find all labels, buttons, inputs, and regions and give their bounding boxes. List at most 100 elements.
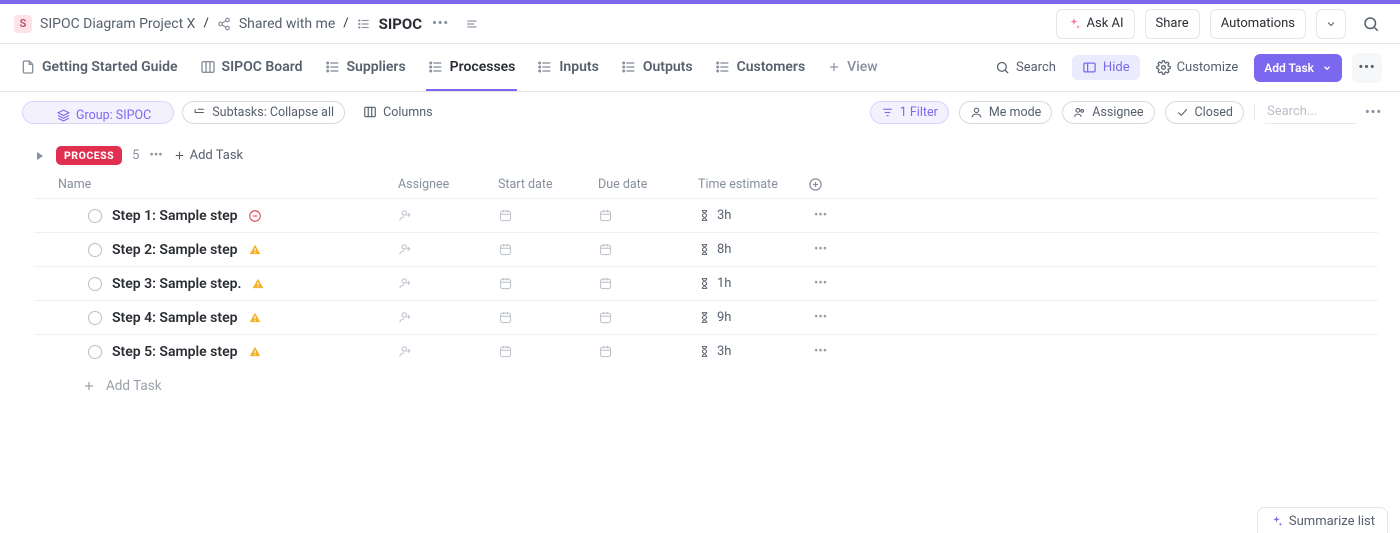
breadcrumb-current[interactable]: SIPOC	[379, 15, 422, 33]
col-start[interactable]: Start date	[498, 177, 598, 192]
person-icon	[970, 106, 983, 119]
assignee-cell[interactable]	[398, 276, 498, 291]
table-row[interactable]: Step 2: Sample step 8h•••	[34, 232, 1378, 266]
status-toggle[interactable]	[88, 209, 102, 223]
group-more-icon[interactable]: •••	[149, 148, 162, 163]
search-button[interactable]: Search	[989, 56, 1062, 79]
chevron-down-icon	[1322, 63, 1332, 73]
group-header: PROCESS 5 ••• Add Task	[34, 146, 1378, 165]
automations-dropdown-button[interactable]	[1316, 9, 1346, 39]
assignee-cell[interactable]	[398, 208, 498, 223]
breadcrumb-separator: /	[343, 16, 348, 31]
time-estimate-cell[interactable]: 3h	[698, 344, 808, 359]
subtasks-chip[interactable]: Subtasks: Collapse all	[182, 101, 345, 124]
start-date-cell[interactable]	[498, 242, 598, 257]
tab-label: Outputs	[643, 59, 693, 75]
table-row[interactable]: Step 1: Sample step 3h•••	[34, 198, 1378, 232]
ellipsis-icon: •••	[1358, 60, 1375, 75]
add-view-button[interactable]: View	[825, 44, 880, 91]
more-options-button[interactable]: •••	[1352, 53, 1382, 83]
customize-button[interactable]: Customize	[1150, 56, 1245, 79]
assignee-cell[interactable]	[398, 242, 498, 257]
col-due[interactable]: Due date	[598, 177, 698, 192]
task-name[interactable]: Step 1: Sample step	[112, 208, 238, 224]
status-toggle[interactable]	[88, 243, 102, 257]
table-row[interactable]: Step 3: Sample step. 1h•••	[34, 266, 1378, 300]
add-task-row[interactable]: Add Task	[34, 368, 1378, 404]
time-estimate-cell[interactable]: 1h	[698, 276, 808, 291]
breadcrumb-shared[interactable]: Shared with me	[239, 16, 335, 32]
time-estimate-cell[interactable]: 3h	[698, 208, 808, 223]
global-search-button[interactable]	[1356, 9, 1386, 39]
menu-icon[interactable]	[465, 17, 479, 31]
add-task-label: Add Task	[1264, 61, 1314, 75]
priority-icon[interactable]	[248, 209, 262, 223]
status-toggle[interactable]	[88, 311, 102, 325]
me-mode-chip[interactable]: Me mode	[959, 101, 1052, 124]
group-add-task[interactable]: Add Task	[173, 148, 244, 163]
tab-customers[interactable]: Customers	[713, 44, 808, 91]
due-date-cell[interactable]	[598, 276, 698, 291]
priority-icon[interactable]	[251, 277, 265, 291]
add-task-button[interactable]: Add Task	[1254, 54, 1342, 82]
row-more-icon[interactable]: •••	[808, 242, 858, 257]
due-date-cell[interactable]	[598, 208, 698, 223]
due-date-cell[interactable]	[598, 242, 698, 257]
filter-chip-label: 1 Filter	[900, 105, 938, 120]
group-badge[interactable]: PROCESS	[56, 146, 122, 165]
col-name[interactable]: Name	[58, 177, 398, 192]
priority-icon[interactable]	[248, 311, 262, 325]
row-more-icon[interactable]: •••	[808, 276, 858, 291]
due-date-cell[interactable]	[598, 344, 698, 359]
assignee-cell[interactable]	[398, 344, 498, 359]
filter-chip[interactable]: 1 Filter	[870, 101, 949, 124]
task-name[interactable]: Step 4: Sample step	[112, 310, 238, 326]
tab-processes[interactable]: Processes	[426, 44, 518, 91]
assignee-cell[interactable]	[398, 310, 498, 325]
tab-sipoc-board[interactable]: SIPOC Board	[198, 44, 305, 91]
row-more-icon[interactable]: •••	[808, 344, 858, 359]
start-date-cell[interactable]	[498, 310, 598, 325]
start-date-cell[interactable]	[498, 276, 598, 291]
automations-button[interactable]: Automations	[1210, 9, 1306, 39]
closed-chip[interactable]: Closed	[1165, 101, 1244, 124]
tab-inputs[interactable]: Inputs	[535, 44, 600, 91]
table-row[interactable]: Step 5: Sample step 3h•••	[34, 334, 1378, 368]
list-search-input[interactable]	[1265, 100, 1355, 124]
tab-outputs[interactable]: Outputs	[619, 44, 695, 91]
start-date-cell[interactable]	[498, 208, 598, 223]
share-button[interactable]: Share	[1145, 9, 1200, 39]
add-column-button[interactable]	[808, 177, 858, 192]
summarize-list-button[interactable]: Summarize list	[1257, 507, 1388, 533]
breadcrumb-more-icon[interactable]: •••	[430, 16, 451, 31]
columns-chip[interactable]: Columns	[353, 102, 443, 123]
col-time[interactable]: Time estimate	[698, 177, 808, 192]
start-date-cell[interactable]	[498, 344, 598, 359]
hide-button[interactable]: Hide	[1072, 55, 1140, 80]
task-name[interactable]: Step 3: Sample step.	[112, 276, 241, 292]
table-header: Name Assignee Start date Due date Time e…	[34, 171, 1378, 198]
time-estimate-cell[interactable]: 8h	[698, 242, 808, 257]
breadcrumb-project[interactable]: SIPOC Diagram Project X	[40, 16, 195, 32]
task-name[interactable]: Step 5: Sample step	[112, 344, 238, 360]
table-row[interactable]: Step 4: Sample step 9h•••	[34, 300, 1378, 334]
tab-getting-started-guide[interactable]: Getting Started Guide	[18, 44, 180, 91]
toolbar-more-icon[interactable]: •••	[1365, 105, 1382, 120]
row-more-icon[interactable]: •••	[808, 310, 858, 325]
view-tabs: Getting Started Guide SIPOC Board Supplier…	[18, 44, 880, 91]
task-name[interactable]: Step 2: Sample step	[112, 242, 238, 258]
tab-suppliers[interactable]: Suppliers	[323, 44, 408, 91]
priority-icon[interactable]	[248, 243, 262, 257]
status-toggle[interactable]	[88, 277, 102, 291]
group-collapse-toggle[interactable]	[34, 150, 46, 162]
row-more-icon[interactable]: •••	[808, 208, 858, 223]
status-toggle[interactable]	[88, 345, 102, 359]
list-search[interactable]	[1265, 100, 1355, 124]
time-estimate-cell[interactable]: 9h	[698, 310, 808, 325]
col-assignee[interactable]: Assignee	[398, 177, 498, 192]
group-chip[interactable]: Group: SIPOC	[22, 101, 174, 124]
priority-icon[interactable]	[248, 345, 262, 359]
due-date-cell[interactable]	[598, 310, 698, 325]
assignee-chip[interactable]: Assignee	[1062, 101, 1154, 124]
ask-ai-button[interactable]: Ask AI	[1056, 9, 1135, 39]
